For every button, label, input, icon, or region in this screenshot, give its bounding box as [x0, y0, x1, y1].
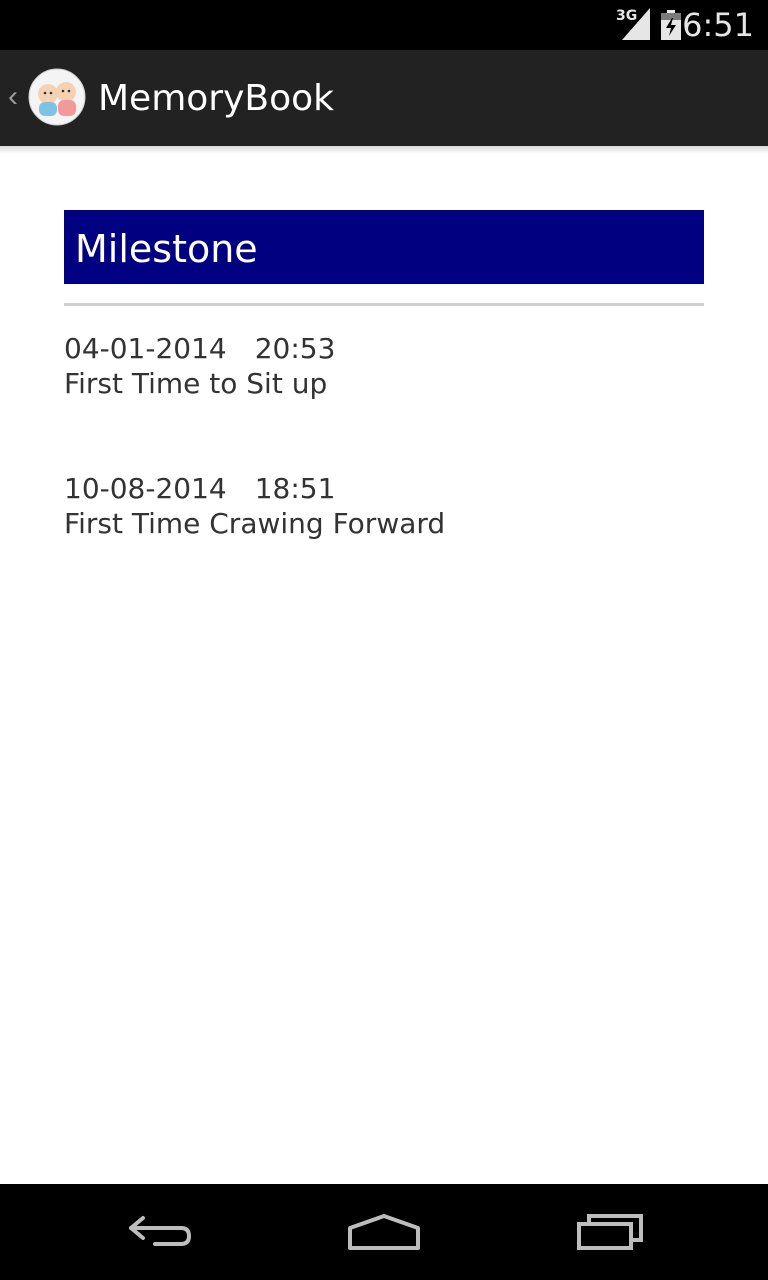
milestone-datetime: 04-01-2014 20:53 [64, 332, 704, 366]
milestone-list-item[interactable]: 04-01-2014 20:53 First Time to Sit up [64, 332, 704, 402]
milestone-date: 04-01-2014 [64, 332, 227, 365]
section-divider [64, 303, 704, 306]
home-button[interactable] [324, 1204, 444, 1260]
network-type-label: 3G [616, 8, 638, 24]
milestone-time: 20:53 [254, 332, 336, 365]
section-header-title: Milestone [75, 227, 258, 271]
recent-apps-button[interactable] [550, 1204, 670, 1260]
status-clock: 6:51 [682, 6, 754, 44]
milestone-date: 10-08-2014 [64, 472, 227, 505]
home-icon [348, 1214, 420, 1250]
milestone-list-item[interactable]: 10-08-2014 18:51 First Time Crawing Forwa… [64, 472, 704, 542]
action-bar-shadow [0, 146, 768, 154]
status-bar: 3G 6:51 [0, 0, 768, 50]
navigation-bar [0, 1184, 768, 1280]
battery-icon [661, 10, 681, 40]
up-caret-icon[interactable]: ‹ [8, 82, 18, 112]
milestone-time: 18:51 [254, 472, 336, 505]
milestone-title: First Time Crawing Forward [64, 507, 446, 540]
milestone-datetime: 10-08-2014 18:51 [64, 472, 704, 506]
milestone-title: First Time to Sit up [64, 367, 328, 400]
back-icon [129, 1216, 192, 1246]
app-logo-icon[interactable] [28, 68, 86, 126]
milestone-section-header: Milestone [64, 210, 704, 284]
action-bar: ‹ MemoryBook [0, 50, 768, 146]
app-title: MemoryBook [98, 78, 335, 119]
back-button[interactable] [100, 1204, 220, 1260]
recent-apps-icon [577, 1214, 643, 1250]
